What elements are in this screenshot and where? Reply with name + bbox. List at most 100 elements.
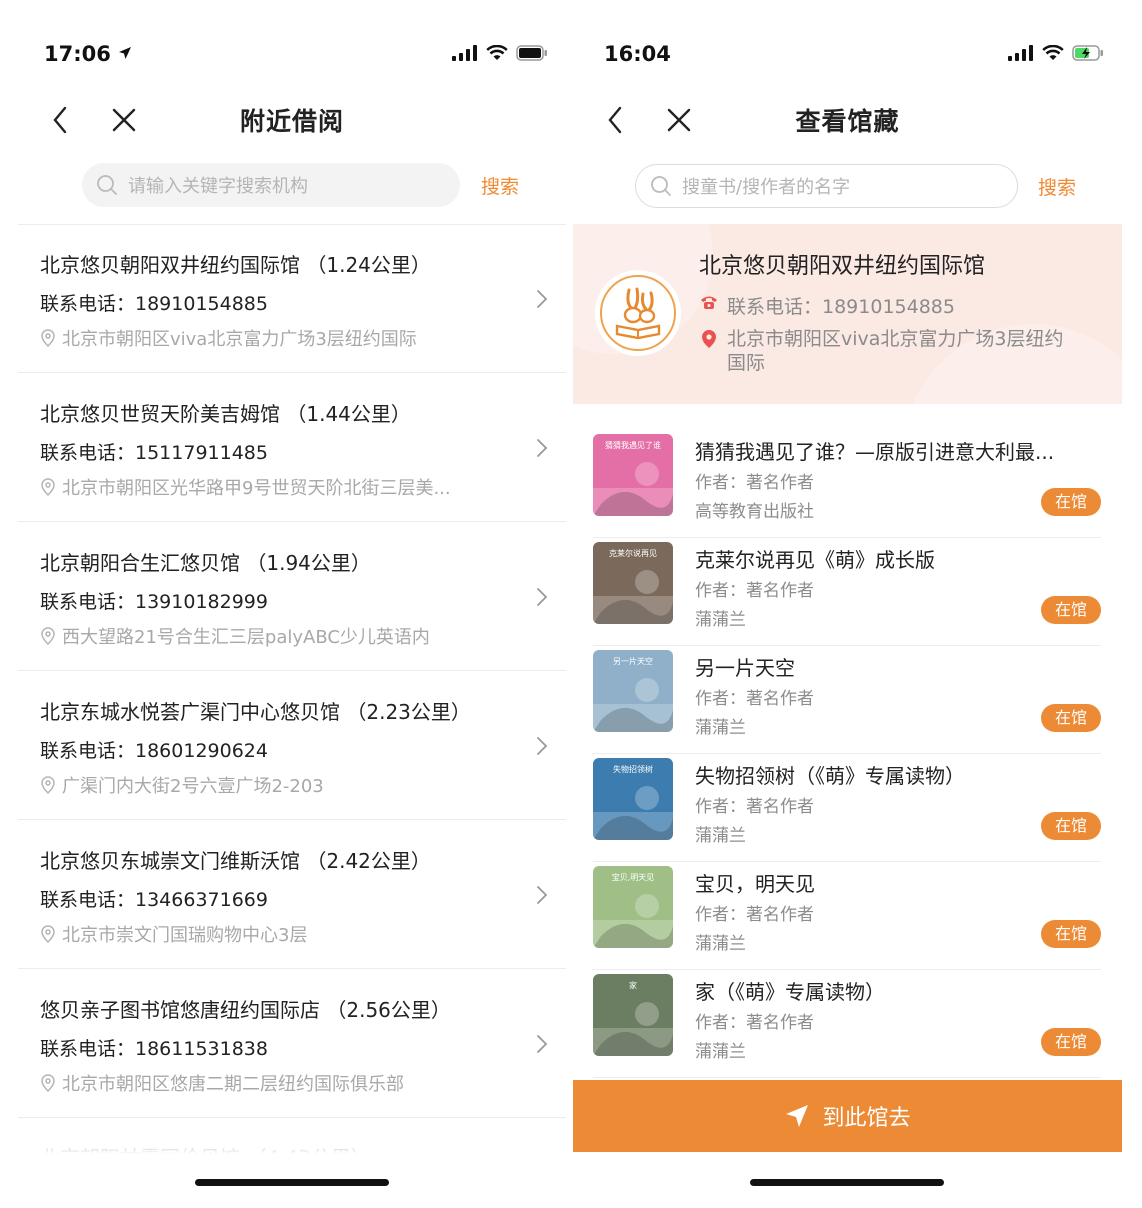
library-phone[interactable]: 联系电话：18910154885 xyxy=(40,289,268,316)
library-phone[interactable]: 联系电话：13466371669 xyxy=(40,885,268,912)
chevron-right-icon xyxy=(537,886,548,904)
book-author: 作者：著名作者 xyxy=(695,689,814,709)
go-to-library-button[interactable]: 到此馆去 xyxy=(573,1080,1122,1152)
library-phone[interactable]: 联系电话：13910182999 xyxy=(40,587,268,614)
bottom-fade xyxy=(18,1118,566,1208)
book-cover[interactable]: 克莱尔说再见 xyxy=(593,542,673,624)
location-arrow-icon xyxy=(119,47,132,59)
book-item[interactable]: 猜猜我遇见了谁 猜猜我遇见了谁？—原版引进意大利最... 作者：著名作者 高等教育出版… xyxy=(593,430,1101,538)
status-icons xyxy=(452,45,548,61)
search-placeholder: 搜童书/搜作者的名字 xyxy=(682,177,851,198)
library-address: 北京市朝阳区viva北京富力广场3层纽约国际 xyxy=(40,325,530,351)
book-cover[interactable]: 宝贝,明天见 xyxy=(593,866,673,948)
search-icon xyxy=(651,176,671,196)
book-item[interactable]: 宝贝,明天见 宝贝，明天见 作者：著名作者 蒲蒲兰 在馆 xyxy=(593,862,1101,970)
book-author: 作者：著名作者 xyxy=(695,1013,814,1033)
book-author: 作者：著名作者 xyxy=(695,581,814,601)
location-pin-icon xyxy=(702,330,716,348)
library-address: 北京市朝阳区悠唐二期二层纽约国际俱乐部 xyxy=(40,1070,530,1096)
library-address-text: 北京市朝阳区viva北京富力广场3层纽约国际 xyxy=(727,328,1064,374)
book-item[interactable]: 另一片天空 另一片天空 作者：著名作者 蒲蒲兰 在馆 xyxy=(593,646,1101,754)
library-phone[interactable]: 联系电话：18601290624 xyxy=(40,736,268,763)
library-name: 北京东城水悦荟广渠门中心悠贝馆 （2.23公里） xyxy=(40,700,471,724)
library-address-text: 北京市朝阳区悠唐二期二层纽约国际俱乐部 xyxy=(62,1074,404,1095)
rabbit-reading-logo-icon xyxy=(600,275,676,351)
library-phone[interactable]: 联系电话：18611531838 xyxy=(40,1034,268,1061)
search-icon xyxy=(97,175,117,195)
search-input[interactable]: 请输入关键字搜索机构 xyxy=(82,163,460,207)
library-name: 北京悠贝朝阳双井纽约国际馆 （1.24公里） xyxy=(40,253,431,277)
page-title: 查看馆藏 xyxy=(795,107,900,136)
phone-icon xyxy=(701,296,717,309)
book-item[interactable]: 家 家（《萌》专属读物） 作者：著名作者 蒲蒲兰 在馆 xyxy=(593,970,1101,1078)
status-badge: 在馆 xyxy=(1041,704,1101,732)
book-item[interactable]: 失物招领树 失物招领树（《萌》专属读物） 作者：著名作者 蒲蒲兰 在馆 xyxy=(593,754,1101,862)
list-item[interactable]: 北京东城水悦荟广渠门中心悠贝馆 （2.23公里） 联系电话：18601290624… xyxy=(18,672,566,820)
library-phone-text: 联系电话：18910154885 xyxy=(727,296,955,318)
book-cover[interactable]: 另一片天空 xyxy=(593,650,673,732)
book-publisher: 蒲蒲兰 xyxy=(695,610,746,630)
list-item[interactable]: 北京朝阳合生汇悠贝馆 （1.94公里） 联系电话：13910182999 西大望路2… xyxy=(18,523,566,671)
location-pin-icon xyxy=(41,329,55,347)
library-name: 北京悠贝东城崇文门维斯沃馆 （2.42公里） xyxy=(40,849,431,873)
search-button[interactable]: 搜索 xyxy=(481,172,519,199)
location-pin-icon xyxy=(41,478,55,496)
library-phone[interactable]: 联系电话：15117911485 xyxy=(40,438,268,465)
status-badge: 在馆 xyxy=(1041,812,1101,840)
status-bar: 17:06 xyxy=(18,40,566,72)
book-author: 作者：著名作者 xyxy=(695,473,814,493)
location-pin-icon xyxy=(41,925,55,943)
book-publisher: 蒲蒲兰 xyxy=(695,934,746,954)
book-cover[interactable]: 失物招领树 xyxy=(593,758,673,840)
search-button[interactable]: 搜索 xyxy=(1038,173,1076,200)
book-cover-image: 猜猜我遇见了谁 xyxy=(593,434,673,516)
page-title: 附近借阅 xyxy=(239,107,344,136)
library-name: 北京悠贝朝阳双井纽约国际馆 xyxy=(699,254,986,279)
list-item[interactable]: 北京悠贝东城崇文门维斯沃馆 （2.42公里） 联系电话：13466371669 北京… xyxy=(18,821,566,969)
book-cover-title: 克莱尔说再见 xyxy=(609,548,657,558)
library-address-text: 北京市朝阳区viva北京富力广场3层纽约国际 xyxy=(62,329,417,350)
library-address-text: 北京市崇文门国瑞购物中心3层 xyxy=(62,925,308,946)
go-to-library-label: 到此馆去 xyxy=(822,1106,911,1131)
home-indicator[interactable] xyxy=(750,1179,944,1186)
library-address: 西大望路21号合生汇三层palyABC少儿英语内 xyxy=(40,623,530,649)
library-address: 北京市朝阳区viva北京富力广场3层纽约国际 xyxy=(699,327,1079,375)
library-phone[interactable]: 联系电话：18910154885 xyxy=(699,292,955,319)
book-cover-title: 失物招领树 xyxy=(613,764,653,774)
book-item[interactable]: 克莱尔说再见 克莱尔说再见《萌》成长版 作者：著名作者 蒲蒲兰 在馆 xyxy=(593,538,1101,646)
navigation-arrow-icon xyxy=(786,1105,809,1127)
book-cover-image: 另一片天空 xyxy=(593,650,673,732)
book-cover-title: 家 xyxy=(629,980,637,990)
status-time: 16:04 xyxy=(604,42,671,66)
book-cover-title: 猜猜我遇见了谁 xyxy=(605,440,661,450)
signal-icon xyxy=(452,45,477,61)
book-cover-image: 家 xyxy=(593,974,673,1056)
search-input[interactable]: 搜童书/搜作者的名字 xyxy=(635,164,1018,208)
book-author: 作者：著名作者 xyxy=(695,797,814,817)
location-pin-icon xyxy=(41,776,55,794)
home-indicator[interactable] xyxy=(195,1179,389,1186)
list-item[interactable]: 北京悠贝世贸天阶美吉姆馆 （1.44公里） 联系电话：15117911485 北京市… xyxy=(18,374,566,522)
battery-charging-icon xyxy=(1072,45,1103,61)
status-time: 17:06 xyxy=(44,42,132,66)
book-cover[interactable]: 家 xyxy=(593,974,673,1056)
status-badge: 在馆 xyxy=(1041,596,1101,624)
book-cover-image: 失物招领树 xyxy=(593,758,673,840)
wifi-icon xyxy=(486,45,508,60)
book-title: 失物招领树（《萌》专属读物） xyxy=(695,764,965,788)
library-address-text: 北京市朝阳区光华路甲9号世贸天阶北街三层美... xyxy=(62,478,451,499)
book-cover[interactable]: 猜猜我遇见了谁 xyxy=(593,434,673,516)
status-icons xyxy=(1008,45,1104,61)
list-item[interactable]: 悠贝亲子图书馆悠唐纽约国际店 （2.56公里） 联系电话：18611531838 北… xyxy=(18,970,566,1118)
nearby-library-screen: 17:06 附近借阅 请输入关键字搜索机构 搜索 北京悠贝朝阳双井纽约国际馆 （… xyxy=(18,0,566,1208)
library-address-text: 西大望路21号合生汇三层palyABC少儿英语内 xyxy=(62,627,430,648)
list-item[interactable]: 北京悠贝朝阳双井纽约国际馆 （1.24公里） 联系电话：18910154885 北京… xyxy=(18,225,566,373)
chevron-right-icon xyxy=(537,737,548,755)
chevron-right-icon xyxy=(537,588,548,606)
book-cover-title: 另一片天空 xyxy=(613,656,653,666)
library-address-text: 广渠门内大街2号六壹广场2-203 xyxy=(62,776,324,797)
library-name: 北京朝阳合生汇悠贝馆 （1.94公里） xyxy=(40,551,371,575)
book-cover-image: 宝贝,明天见 xyxy=(593,866,673,948)
book-publisher: 蒲蒲兰 xyxy=(695,826,746,846)
book-publisher: 高等教育出版社 xyxy=(695,502,814,522)
